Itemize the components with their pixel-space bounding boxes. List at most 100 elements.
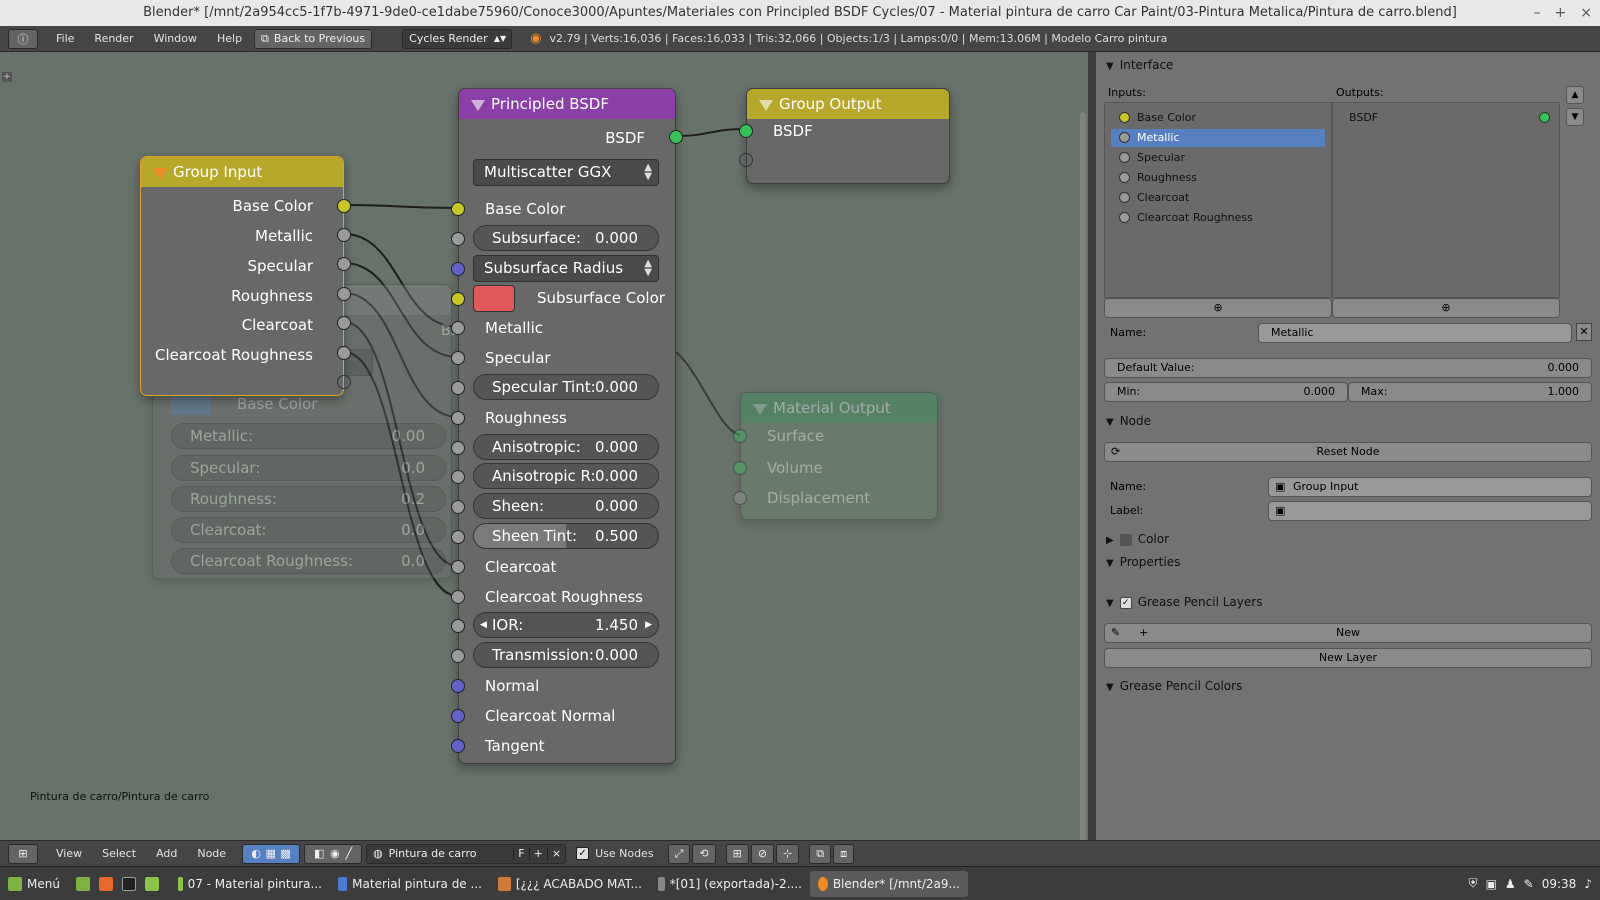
shader-icon[interactable]: ◐ (251, 847, 261, 860)
taskbar-item[interactable]: 07 - Material pintura... (170, 871, 330, 897)
list-item[interactable]: Metallic (1111, 129, 1325, 147)
group-output-header[interactable]: Group Output (747, 89, 949, 119)
socket-roughness-in[interactable] (451, 411, 465, 425)
start-menu-button[interactable]: Menú (0, 871, 68, 897)
list-item[interactable]: Roughness (1111, 169, 1325, 187)
distribution-select[interactable]: Multiscatter GGX ▲ ▼ (473, 159, 659, 186)
list-item[interactable]: Base Color (1111, 109, 1325, 127)
socket-clearcoat-in[interactable] (451, 560, 465, 574)
compositor-icon[interactable]: ▦ (265, 847, 275, 860)
socket-transmission[interactable] (451, 649, 465, 663)
vertical-scrollbar[interactable] (1080, 112, 1086, 840)
socket-tangent[interactable] (451, 739, 465, 753)
new-button[interactable]: ✎ + New (1104, 623, 1592, 643)
node-name-input[interactable]: ▣ Group Input (1268, 477, 1592, 497)
shader-type-buttons[interactable]: ◐ ▦ ▩ (242, 843, 301, 864)
socket-sheen-tint[interactable] (451, 530, 465, 544)
move-down-icon[interactable]: ▼ (1566, 108, 1584, 126)
socket-anisotropic[interactable] (451, 441, 465, 455)
taskbar-item[interactable]: Material pintura de ... (330, 871, 490, 897)
backdrop-icon[interactable]: ⤢ (667, 843, 691, 864)
clear-icon[interactable]: ✕ (1576, 323, 1592, 341)
node-editor[interactable]: Pintura BSDF Pintura de carro Base Color… (0, 52, 1088, 840)
menu-add[interactable]: Add (146, 847, 187, 860)
socket-bsdf-in[interactable] (739, 124, 753, 138)
close-icon[interactable]: × (1580, 0, 1592, 26)
collapse-triangle-icon[interactable] (759, 100, 773, 111)
object-icon[interactable]: ◧ (314, 847, 324, 860)
parent-icon[interactable]: ⟲ (692, 843, 716, 864)
menu-select[interactable]: Select (92, 847, 146, 860)
firefox-icon[interactable] (98, 876, 113, 891)
node-section[interactable]: ▼ Node (1106, 414, 1151, 428)
add-icon[interactable]: + (528, 847, 547, 860)
socket-name-input[interactable]: Metallic (1258, 323, 1572, 343)
world-icon[interactable]: ◉ (330, 847, 340, 860)
arrow-right-icon[interactable]: ▶ (645, 613, 652, 637)
snap-mode-icon[interactable]: ⊘ (750, 843, 775, 864)
color-section[interactable]: ▶ Color (1106, 532, 1169, 546)
back-to-previous-button[interactable]: ⧉ Back to Previous (254, 28, 373, 49)
linestyle-icon[interactable]: ╱ (346, 847, 353, 860)
socket-surface[interactable] (733, 429, 747, 443)
shader-source-buttons[interactable]: ◧ ◉ ╱ (304, 843, 363, 864)
texture-icon[interactable]: ▩ (280, 847, 290, 860)
new-layer-button[interactable]: New Layer (1104, 648, 1592, 668)
checkbox-checked-icon[interactable]: ✓ (1119, 596, 1132, 609)
specular-tint-field[interactable]: Specular Tint: 0.000 (473, 374, 659, 400)
list-item[interactable]: Clearcoat Roughness (1111, 209, 1325, 227)
socket-empty[interactable] (739, 153, 753, 167)
socket-base-color[interactable] (337, 199, 351, 213)
menu-node[interactable]: Node (187, 847, 236, 860)
reset-node-button[interactable]: ⟳ Reset Node (1104, 442, 1592, 462)
editor-type-icon[interactable]: ⊞ (8, 843, 38, 864)
group-output-node[interactable]: Group Output BSDF (739, 88, 950, 184)
socket-anisotropic-rotation[interactable] (451, 470, 465, 484)
network-icon[interactable]: ▣ (1486, 877, 1497, 891)
grease-pencil-colors-section[interactable]: ▼ Grease Pencil Colors (1106, 679, 1242, 693)
socket-base-color-in[interactable] (451, 202, 465, 216)
list-item[interactable]: Specular (1111, 149, 1325, 167)
editor-type-icon[interactable]: ⓘ (8, 28, 38, 49)
socket-clearcoat[interactable] (337, 316, 351, 330)
use-nodes-checkbox[interactable]: ✓ (576, 847, 590, 860)
grease-pencil-layers-section[interactable]: ▼ ✓ Grease Pencil Layers (1106, 595, 1262, 609)
clock[interactable]: 09:38 (1542, 877, 1577, 891)
anisotropic-field[interactable]: Anisotropic: 0.000 (473, 434, 659, 460)
transmission-field[interactable]: Transmission: 0.000 (473, 642, 659, 668)
show-desktop-icon[interactable] (75, 876, 90, 891)
maximize-icon[interactable]: + (1555, 0, 1567, 26)
sheen-tint-field[interactable]: Sheen Tint: 0.500 (473, 523, 659, 549)
socket-roughness[interactable] (337, 287, 351, 301)
arrow-left-icon[interactable]: ◀ (480, 613, 487, 637)
collapse-triangle-icon[interactable] (471, 100, 485, 111)
remove-icon[interactable]: × (546, 847, 565, 860)
menu-help[interactable]: Help (207, 32, 252, 45)
toolshelf-toggle-icon[interactable]: + (2, 72, 12, 82)
socket-normal[interactable] (451, 679, 465, 693)
menu-file[interactable]: File (46, 32, 84, 45)
taskbar-item[interactable]: *[01] (exportada)-2.... (650, 871, 810, 897)
min-field[interactable]: Min: 0.000 (1104, 382, 1348, 402)
subsurface-field[interactable]: Subsurface: 0.000 (473, 225, 659, 251)
list-item[interactable]: Clearcoat (1111, 189, 1325, 207)
pen-icon[interactable]: ✎ (1524, 877, 1534, 891)
principled-bsdf-node[interactable]: Principled BSDF BSDF Multiscatter GGX ▲ ▼ … (451, 88, 683, 764)
menu-view[interactable]: View (46, 847, 92, 860)
node-group-selector[interactable]: ◍ Pintura de carro F + × (366, 843, 567, 864)
add-output-button[interactable]: ⊕ (1332, 298, 1560, 318)
default-value-field[interactable]: Default Value: 0.000 (1104, 358, 1592, 378)
copy-nodes-icon[interactable]: ⧉ (809, 843, 832, 864)
snap-icon[interactable]: ⊞ (725, 843, 749, 864)
checkbox-icon[interactable] (1119, 533, 1132, 546)
socket-sheen[interactable] (451, 500, 465, 514)
add-input-button[interactable]: ⊕ (1104, 298, 1332, 318)
socket-subsurface-radius[interactable] (451, 262, 465, 276)
socket-clearcoat-roughness-in[interactable] (451, 590, 465, 604)
taskbar-item[interactable]: [¿¿¿ ACABADO MAT... (490, 871, 650, 897)
snap-element-icon[interactable]: ⊹ (776, 843, 800, 864)
list-item[interactable]: BSDF (1339, 109, 1553, 127)
menu-window[interactable]: Window (144, 32, 207, 45)
socket-specular-in[interactable] (451, 351, 465, 365)
paste-nodes-icon[interactable]: ⧈ (833, 843, 855, 864)
